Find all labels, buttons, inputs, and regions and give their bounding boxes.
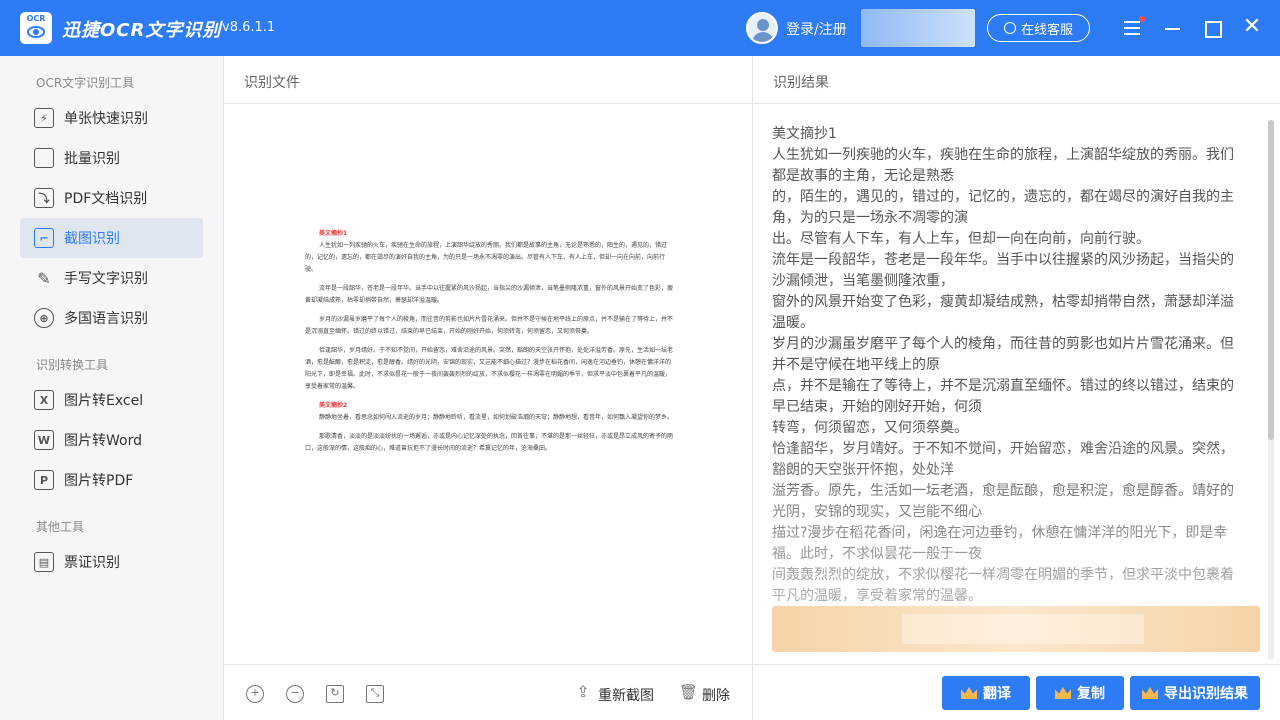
pdf-icon: ⤵ — [34, 188, 54, 208]
panel-divider — [752, 56, 753, 720]
fit-screen-icon[interactable]: ⤡ — [366, 685, 384, 703]
preview-heading-2: 美文摘抄2 — [319, 402, 348, 409]
result-line: 描过?漫步在稻花香间，闲逸在河边垂钓，休憩在慵洋洋的阳光下，即是幸福。此时，不求… — [772, 525, 1228, 562]
ticket-icon: ▤ — [34, 552, 54, 572]
batch-icon — [34, 148, 54, 168]
export-button[interactable]: 导出识别结果 — [1130, 676, 1260, 710]
sidebar-item-pdf[interactable]: ⤵ PDF文档识别 — [20, 178, 203, 218]
preview-paragraph: 静静地坐着，看思念如何闯入流逝的岁月；静静地聆听，看流星，如何划破浩瀚的天穹；静… — [319, 414, 673, 421]
rotate-icon[interactable]: ↻ — [326, 685, 344, 703]
zoom-in-icon[interactable]: + — [246, 685, 264, 703]
preview-paragraph: 流年是一段韶华，苍老是一段年华。当手中以往握紧的风沙扬起，当指尖的沙漏倾泄，当笔… — [305, 285, 673, 304]
sidebar-item-label: 截图识别 — [64, 231, 120, 247]
result-line: 溢芳香。原先，生活如一坛老酒，愈是酝酿，愈是积淀，愈是醇香。靖好的光阴，安锦的现… — [772, 483, 1234, 520]
pen-icon: ✎ — [37, 268, 51, 288]
sidebar-item-label: 单张快速识别 — [64, 111, 148, 127]
result-line: 窗外的风景开始变了色彩，瘦黄却凝结成熟，枯零却捎带自然，萧瑟却洋溢温暖。 — [772, 294, 1234, 331]
result-line: 的，陌生的，遇见的，错过的，记忆的，遗忘的，都在竭尽的演好自我的主角，为的只是一… — [772, 189, 1234, 226]
sidebar-item-handwriting[interactable]: ✎ 手写文字识别 — [20, 258, 203, 298]
crop-icon: ⌐ — [34, 228, 54, 248]
sidebar-item-label: 图片转PDF — [64, 473, 134, 489]
online-service-button[interactable]: 在线客服 — [987, 14, 1090, 42]
crown-icon — [1055, 687, 1071, 699]
sidebar-item-screenshot[interactable]: ⌐ 截图识别 — [20, 218, 203, 258]
preview-paragraph: 那歌清香，淡淡的是淡淡纷扰的一场邂逅，亦或是内心记忆深处的执念，回首往事，不堪的… — [305, 433, 673, 452]
file-toolbar: + − ↻ ⤡ ⇪ 重新截图 🗑 删除 — [224, 664, 752, 720]
close-icon[interactable]: ✕ — [1240, 16, 1264, 40]
result-line: 人生犹如一列疾驰的火车，疾驰在生命的旅程，上演韶华绽放的秀丽。我们都是故事的主角… — [772, 147, 1234, 184]
document-preview: 美文摘抄1 人生犹如一列疾驰的火车，疾驰在生命的旅程，上演韶华绽放的秀丽。我们都… — [305, 228, 673, 544]
result-line: 转弯，何须留恋，又何须祭奠。 — [772, 420, 968, 436]
sidebar-item-excel[interactable]: X 图片转Excel — [20, 380, 203, 420]
result-text-area[interactable]: 美文摘抄1 人生犹如一列疾驰的火车，疾驰在生命的旅程，上演韶华绽放的秀丽。我们都是… — [772, 124, 1240, 660]
promo-banner[interactable] — [772, 606, 1260, 652]
zoom-out-icon[interactable]: − — [286, 685, 304, 703]
result-line: 岁月的沙漏虽岁磨平了每个人的棱角，而往昔的剪影也如片片雪花涌来。但并不是守候在地… — [772, 336, 1234, 373]
crown-icon — [1142, 687, 1158, 699]
sidebar-item-label: 批量识别 — [64, 151, 120, 167]
sidebar-item-word[interactable]: W 图片转Word — [20, 420, 203, 460]
image-quick-icon: ⚡ — [34, 108, 54, 128]
preview-heading-1: 美文摘抄1 — [319, 230, 348, 237]
word-icon: W — [34, 430, 54, 450]
app-logo-icon: OCR — [20, 12, 52, 44]
sidebar-section-convert: 识别转换工具 — [36, 358, 109, 372]
result-line: 出。尽管有人下车，有人上车，但却一向在向前，向前行驶。 — [772, 231, 1150, 247]
copy-button[interactable]: 复制 — [1036, 676, 1124, 710]
excel-icon: X — [34, 390, 54, 410]
sidebar-item-label: 多国语言识别 — [64, 311, 148, 327]
result-scrollbar-thumb[interactable] — [1268, 120, 1274, 440]
result-line: 美文摘抄1 — [772, 126, 837, 142]
menu-icon[interactable] — [1121, 16, 1145, 40]
sidebar-item-quick[interactable]: ⚡ 单张快速识别 — [20, 98, 203, 138]
sidebar-section-other: 其他工具 — [36, 520, 85, 534]
result-line: 间轰轰烈烈的绽放，不求似樱花一样凋零在明媚的季节，但求平淡中包裹着平凡的温暖，享… — [772, 567, 1234, 604]
sidebar-item-ticket[interactable]: ▤ 票证识别 — [20, 542, 203, 582]
result-line: 恰逢韶华，岁月靖好。于不知不觉间，开始留恋，难舍沿途的风景。突然，豁朗的天空张开… — [772, 441, 1234, 478]
person-icon — [1003, 22, 1016, 34]
vip-banner[interactable] — [861, 9, 975, 47]
sidebar-item-label: 票证识别 — [64, 555, 120, 571]
notification-dot — [1139, 16, 1145, 22]
translate-label: 翻译 — [983, 686, 1011, 702]
sidebar-item-pdf-convert[interactable]: P 图片转PDF — [20, 460, 203, 500]
login-register-link[interactable]: 登录/注册 — [786, 19, 847, 39]
online-service-label: 在线客服 — [1020, 22, 1073, 38]
sidebar-section-ocr: OCR文字识别工具 — [36, 76, 135, 90]
file-panel-title: 识别文件 — [224, 56, 752, 104]
result-panel-title: 识别结果 — [753, 56, 1280, 104]
sidebar-item-batch[interactable]: 批量识别 — [20, 138, 203, 178]
sidebar-item-multilang[interactable]: ⊕ 多国语言识别 — [20, 298, 203, 338]
preview-paragraph: 恰逢韶华，岁月靖好。于不知不觉间，开始留恋，难舍沿途的风景。突然，豁朗的天空张开… — [305, 347, 673, 390]
translate-button[interactable]: 翻译 — [942, 676, 1030, 710]
sidebar-item-label: 图片转Excel — [64, 393, 144, 409]
upload-icon: ⇪ — [576, 682, 590, 701]
minimize-icon[interactable] — [1161, 16, 1185, 40]
sidebar-item-label: PDF文档识别 — [64, 191, 148, 207]
app-name: 迅捷OCR文字识别 — [62, 20, 222, 41]
sidebar-item-label: 手写文字识别 — [64, 271, 148, 287]
title-bar: OCR 迅捷OCR文字识别 v8.6.1.1 登录/注册 在线客服 ✕ — [0, 0, 1280, 56]
result-line: 点，并不是输在了等待上，并不是沉溺直至缅怀。错过的终以错过，结束的早已结束，开始… — [772, 378, 1234, 415]
rescan-button[interactable]: 重新截图 — [598, 685, 654, 705]
crown-icon — [961, 687, 977, 699]
app-version: v8.6.1.1 — [222, 20, 276, 35]
maximize-icon[interactable] — [1200, 16, 1224, 40]
export-label: 导出识别结果 — [1164, 686, 1248, 702]
globe-icon: ⊕ — [34, 308, 54, 328]
trash-icon: 🗑 — [679, 683, 699, 701]
result-line: 流年是一段韶华，苍老是一段年华。当手中以往握紧的风沙扬起，当指尖的沙漏倾泄，当笔… — [772, 252, 1234, 289]
delete-button[interactable]: 删除 — [702, 685, 730, 705]
copy-label: 复制 — [1077, 686, 1105, 702]
logo-text: OCR — [26, 14, 46, 23]
avatar-icon[interactable] — [746, 12, 778, 44]
preview-paragraph: 岁月的沙漏虽岁磨平了每个人的棱角，而往昔的剪影也如片片雪花涌来。但并不是守候在地… — [305, 316, 673, 335]
pdf-convert-icon: P — [34, 470, 54, 490]
sidebar: OCR文字识别工具 ⚡ 单张快速识别 批量识别 ⤵ PDF文档识别 ⌐ 截图识别 ✎ 手… — [0, 56, 224, 720]
sidebar-item-label: 图片转Word — [64, 433, 142, 449]
preview-paragraph: 人生犹如一列疾驰的火车，疾驰在生命的旅程，上演韶华绽放的秀丽。我们都是故事的主角… — [305, 242, 668, 273]
